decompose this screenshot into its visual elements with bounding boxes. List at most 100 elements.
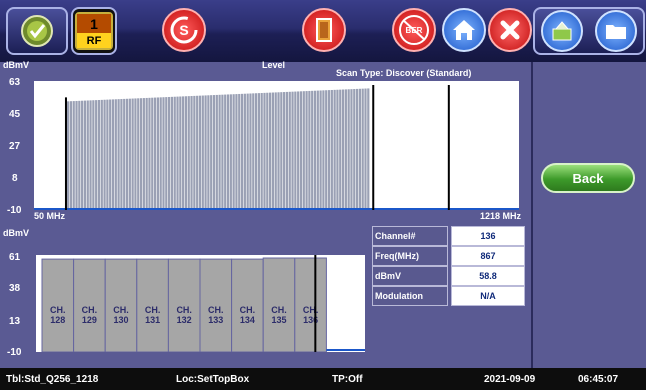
spectrum-bar <box>179 96 182 210</box>
upper-x-end: 1218 MHz <box>480 211 522 221</box>
spectrum-panel: dBmV Level Scan Type: Discover (Standard… <box>0 60 531 368</box>
spectrum-bar <box>142 98 145 210</box>
spectrum-bar <box>322 90 325 210</box>
spectrum-bar <box>308 90 311 210</box>
upper-x-start: 50 MHz <box>34 211 66 221</box>
spectrum-bar <box>280 92 283 210</box>
spectrum-bar <box>103 99 106 210</box>
spectrum-bar <box>159 97 162 210</box>
spectrum-bar <box>344 89 347 210</box>
spectrum-bar <box>111 99 115 210</box>
spectrum-bar <box>151 97 154 210</box>
spectrum-bar <box>277 92 280 210</box>
channel-bar-label: CH. 131 <box>145 305 161 325</box>
spectrum-bar <box>305 91 308 210</box>
status-tp: TP:Off <box>332 374 363 385</box>
check-mode-button[interactable] <box>6 7 68 55</box>
info-key: dBmV <box>372 266 448 286</box>
lower-chart-svg: CH. 128CH. 129CH. 130CH. 131CH. 132CH. 133CH. 1… <box>41 255 365 353</box>
spectrum-bar <box>131 98 134 210</box>
scan-icon-letter: S <box>179 22 188 38</box>
spectrum-bar <box>254 93 258 210</box>
spectrum-bar <box>173 96 176 210</box>
home-button[interactable] <box>442 8 486 52</box>
back-button[interactable]: Back <box>541 163 635 193</box>
spectrum-bar <box>218 94 221 210</box>
channel-bar-label-line: 129 <box>82 315 97 325</box>
spectrum-bar <box>339 89 342 210</box>
channel-bar-label-line: 135 <box>271 315 286 325</box>
scan-type-label: Scan Type: Discover (Standard) <box>336 68 472 78</box>
info-value: 136 <box>451 226 525 246</box>
spectrum-bar <box>204 95 207 210</box>
info-row-modulation: Modulation N/A <box>372 286 526 306</box>
save-button[interactable] <box>541 10 583 52</box>
spectrum-bar <box>311 90 314 210</box>
spectrum-bar <box>341 89 345 210</box>
spectrum-bar <box>283 92 286 210</box>
channel-bar-label: CH. 134 <box>240 305 256 325</box>
spectrum-bar <box>162 97 165 210</box>
close-icon <box>500 20 520 40</box>
spectrum-bar <box>243 93 246 210</box>
exit-door-icon <box>316 18 332 42</box>
spectrum-bar <box>134 98 137 210</box>
spectrum-bar <box>75 100 78 210</box>
spectrum-bar <box>114 99 117 210</box>
spectrum-bar <box>92 100 95 210</box>
channel-bar-label-line: CH. <box>145 305 161 315</box>
spectrum-bar <box>232 94 235 210</box>
spectrum-bar <box>297 91 300 210</box>
channel-bar-label-line: CH. <box>176 305 192 315</box>
upper-y-tick: 8 <box>12 173 18 184</box>
spectrum-bar <box>271 92 275 210</box>
spectrum-bar <box>109 99 112 210</box>
open-folder-button[interactable] <box>595 10 637 52</box>
spectrum-bar <box>190 96 193 210</box>
channel-bar-label-line: 133 <box>208 315 223 325</box>
status-bar: Tbl:Std_Q256_1218 Loc:SetTopBox TP:Off 2… <box>0 368 646 390</box>
ber-button[interactable]: BER <box>392 8 436 52</box>
spectrum-bar <box>263 92 266 210</box>
upper-y-tick: 63 <box>9 77 21 88</box>
spectrum-bar <box>367 88 370 210</box>
spectrum-bar <box>336 89 339 210</box>
channel-bar-label-line: 134 <box>240 315 255 325</box>
channel-bar-label: CH. 133 <box>208 305 224 325</box>
spectrum-bar <box>350 89 353 210</box>
spectrum-bar <box>327 90 331 210</box>
channel-bar-label-line: CH. <box>208 305 224 315</box>
spectrum-bar <box>361 88 364 210</box>
spectrum-bar <box>226 94 230 210</box>
exit-button[interactable] <box>302 8 346 52</box>
spectrum-bar <box>316 90 319 210</box>
spectrum-bar <box>291 91 294 210</box>
spectrum-bar <box>299 91 303 210</box>
info-row-channel: Channel# 136 <box>372 226 526 246</box>
scan-button[interactable]: S <box>162 8 206 52</box>
spectrum-bar <box>319 90 322 210</box>
spectrum-bar <box>294 91 297 210</box>
spectrum-bar <box>145 97 148 210</box>
spectrum-bar <box>221 94 224 210</box>
spectrum-bar <box>67 101 70 210</box>
spectrum-bar <box>106 99 109 210</box>
spectrum-bar <box>153 97 157 210</box>
file-button-group <box>533 7 645 55</box>
spectrum-bar <box>285 91 289 210</box>
lower-y-tick: 38 <box>9 283 21 294</box>
upper-chart-plot[interactable] <box>34 81 519 210</box>
close-button[interactable] <box>488 8 532 52</box>
spectrum-bar <box>125 98 129 210</box>
status-table: Tbl:Std_Q256_1218 <box>6 374 99 385</box>
info-value: N/A <box>451 286 525 306</box>
lower-chart-plot[interactable]: CH. 128 CH. 129 CH. 130 CH. 131 CH. 132 CH. 133 CH. 1… <box>36 255 365 353</box>
spectrum-bar <box>165 97 168 210</box>
lower-y-tick: 13 <box>9 316 21 327</box>
spectrum-bar <box>269 92 272 210</box>
channel-bar-label-line: CH. <box>240 305 256 315</box>
spectrum-bar <box>86 100 89 210</box>
rf-port-button[interactable]: 1 RF <box>71 7 117 55</box>
channel-bar-label: CH. 135 <box>271 305 287 325</box>
spectrum-bar <box>128 98 131 210</box>
